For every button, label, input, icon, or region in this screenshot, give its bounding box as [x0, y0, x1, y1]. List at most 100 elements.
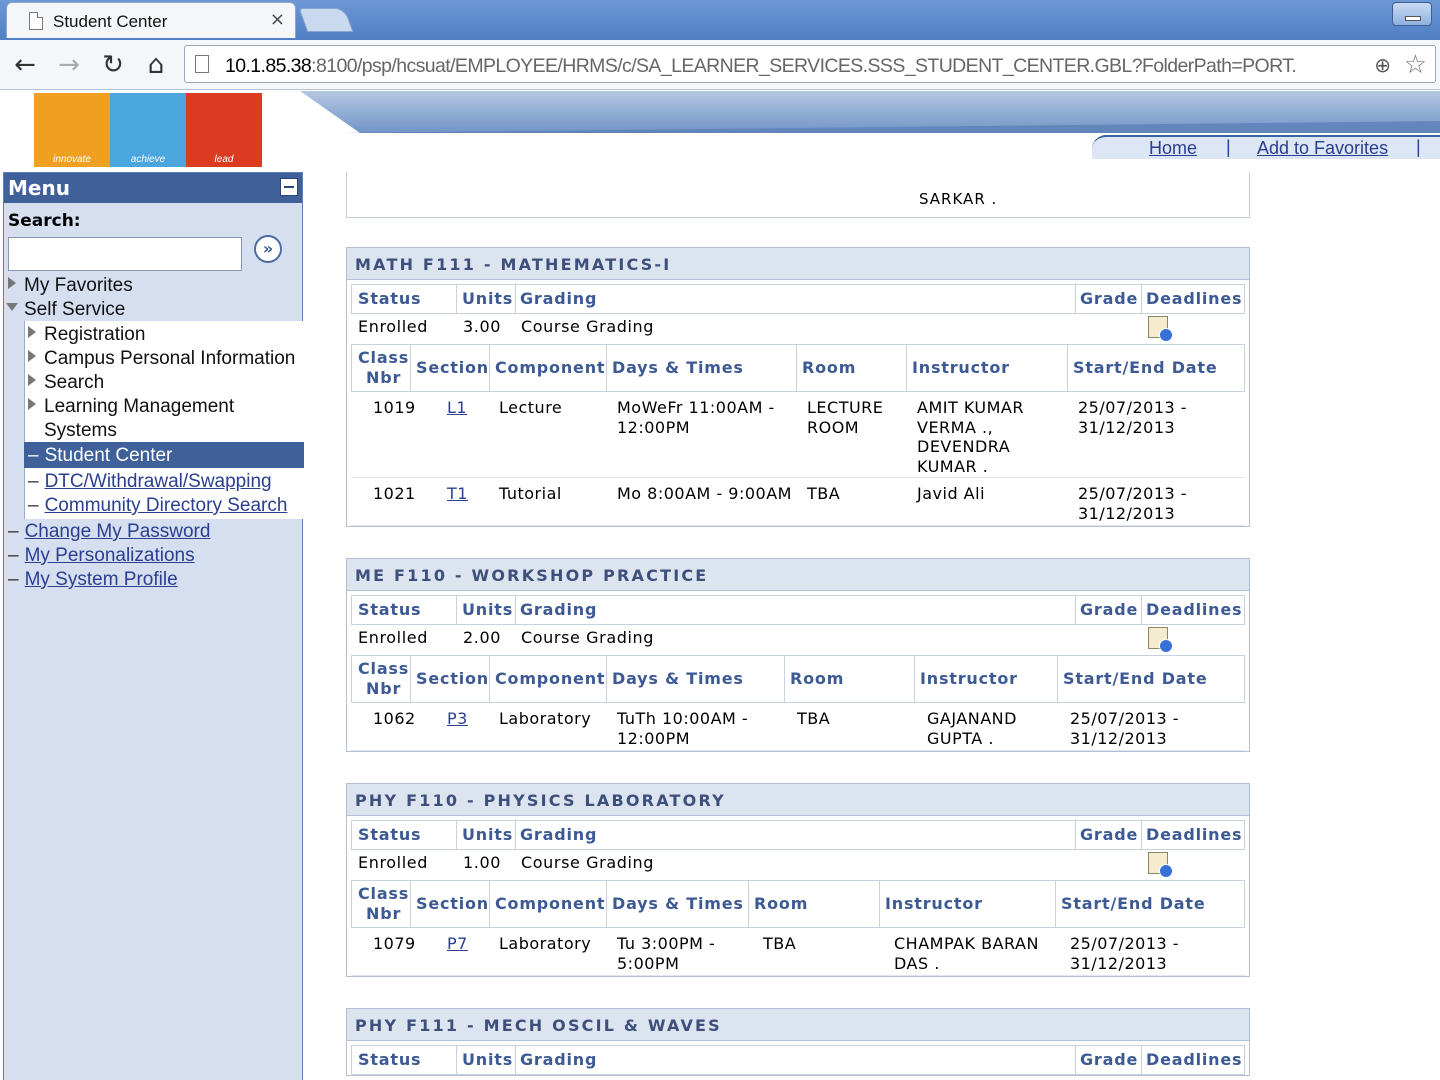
- col-header-grade: Grade: [1080, 825, 1139, 844]
- status-row: Enrolled 1.00 Course Grading: [351, 850, 1245, 880]
- section-link[interactable]: P3: [447, 709, 468, 729]
- enrollment-status: Enrolled: [358, 853, 428, 872]
- col-header-class-nbr: Class: [358, 884, 410, 903]
- col-header-status: Status: [358, 600, 422, 619]
- collapse-menu-icon[interactable]: [280, 178, 298, 196]
- home-icon[interactable]: ⌂: [141, 50, 171, 80]
- room: TBA: [763, 934, 797, 953]
- menu-item-registration[interactable]: Registration: [28, 324, 145, 346]
- reload-icon[interactable]: ↻: [98, 50, 128, 80]
- section-link[interactable]: L1: [447, 398, 467, 418]
- col-header-days-times: Days & Times: [612, 358, 744, 377]
- days-times: TuTh 10:00AM - 12:00PM: [617, 709, 749, 748]
- col-header-start-end-date: Start/End Date: [1073, 358, 1218, 377]
- grading-value: Course Grading: [521, 317, 655, 336]
- instructor: Javid Ali: [917, 484, 986, 503]
- component: Lecture: [499, 398, 563, 417]
- col-header-room: Room: [802, 358, 857, 377]
- menu-item-personalizations[interactable]: – My Personalizations: [8, 545, 195, 567]
- col-header-grading: Grading: [520, 600, 598, 619]
- menu-item-dtc[interactable]: – DTC/Withdrawal/Swapping: [28, 471, 272, 493]
- col-header-deadlines: Deadlines: [1146, 289, 1243, 308]
- section-link[interactable]: P7: [447, 934, 468, 954]
- start-end-date: 25/07/2013 - 31/12/2013: [1078, 398, 1188, 437]
- class-row: 1021 T1 Tutorial Mo 8:00AM - 9:00AM TBA …: [351, 478, 1245, 526]
- units-value: 3.00: [463, 317, 502, 336]
- enrollment-status: Enrolled: [358, 317, 428, 336]
- stub-text: SARKAR .: [919, 190, 998, 208]
- menu-item-change-password[interactable]: – Change My Password: [8, 521, 210, 543]
- window-minimize-button[interactable]: [1392, 2, 1432, 26]
- col-header-grade: Grade: [1080, 1050, 1139, 1069]
- menu-item-search[interactable]: Search: [28, 372, 104, 394]
- collapsed-arrow-icon: [28, 326, 36, 338]
- new-tab-button[interactable]: [298, 8, 354, 32]
- menu-title: Menu: [8, 176, 70, 200]
- menu-search-input[interactable]: [8, 237, 242, 271]
- deadlines-calendar-icon[interactable]: [1148, 852, 1173, 878]
- col-header-section: Section: [416, 894, 489, 913]
- room: LECTURE ROOM: [807, 398, 884, 437]
- class-nbr: 1019: [373, 398, 416, 417]
- col-header-class-nbr-2: Nbr: [366, 904, 402, 923]
- col-header-class-nbr: Class: [358, 659, 410, 678]
- logo-label-3: lead: [214, 154, 234, 165]
- enrollment-status: Enrolled: [358, 628, 428, 647]
- class-nbr: 1079: [373, 934, 416, 953]
- menu-item-learning-management[interactable]: Learning Management: [28, 396, 234, 418]
- col-header-status: Status: [358, 825, 422, 844]
- col-header-deadlines: Deadlines: [1146, 1050, 1243, 1069]
- component: Tutorial: [499, 484, 562, 503]
- room: TBA: [797, 709, 831, 728]
- col-header-grade: Grade: [1080, 600, 1139, 619]
- menu-item-learning-management-cont[interactable]: Systems: [44, 420, 117, 442]
- header-links: Home | Add to Favorites |: [1092, 135, 1440, 159]
- status-header-row: Status Units Grading Grade Deadlines: [351, 595, 1245, 625]
- menu-item-campus-personal-info[interactable]: Campus Personal Information: [28, 348, 295, 370]
- col-header-room: Room: [754, 894, 809, 913]
- search-go-icon[interactable]: »: [254, 235, 282, 263]
- deadlines-calendar-icon[interactable]: [1148, 316, 1173, 342]
- room: TBA: [807, 484, 841, 503]
- menu-item-my-favorites[interactable]: My Favorites: [8, 275, 133, 297]
- forward-icon[interactable]: →: [54, 50, 84, 80]
- collapsed-arrow-icon: [28, 398, 36, 410]
- browser-tab[interactable]: Student Center ×: [6, 2, 296, 38]
- col-header-section: Section: [416, 358, 489, 377]
- header-separator: |: [1226, 137, 1231, 157]
- col-header-class-nbr-2: Nbr: [366, 368, 402, 387]
- zoom-icon[interactable]: ⊕: [1374, 53, 1391, 77]
- back-icon[interactable]: ←: [10, 50, 40, 80]
- col-header-deadlines: Deadlines: [1146, 600, 1243, 619]
- menu-item-system-profile[interactable]: – My System Profile: [8, 569, 178, 591]
- col-header-class-nbr-2: Nbr: [366, 679, 402, 698]
- deadlines-calendar-icon[interactable]: [1148, 627, 1173, 653]
- col-header-instructor: Instructor: [885, 894, 983, 913]
- component: Laboratory: [499, 709, 592, 728]
- days-times: Tu 3:00PM - 5:00PM: [617, 934, 716, 973]
- col-header-component: Component: [495, 358, 606, 377]
- previous-course-stub: SARKAR .: [346, 172, 1250, 218]
- col-header-units: Units: [462, 825, 514, 844]
- menu-item-self-service[interactable]: Self Service: [6, 299, 125, 321]
- portal-banner: innovate achieve lead Home | Add to Favo…: [0, 91, 1440, 171]
- col-header-grading: Grading: [520, 289, 598, 308]
- course-block: PHY F110 - PHYSICS LABORATORY Status Uni…: [346, 783, 1250, 977]
- menu-item-community-directory[interactable]: – Community Directory Search: [28, 495, 287, 517]
- col-header-instructor: Instructor: [920, 669, 1018, 688]
- address-bar[interactable]: 10.1.85.38:8100/psp/hcsuat/EMPLOYEE/HRMS…: [184, 45, 1436, 83]
- bookmark-star-icon[interactable]: ☆: [1404, 50, 1427, 80]
- status-row: Enrolled 2.00 Course Grading: [351, 625, 1245, 655]
- home-link[interactable]: Home: [1149, 138, 1197, 159]
- col-header-grade: Grade: [1080, 289, 1139, 308]
- tab-close-icon[interactable]: ×: [270, 9, 285, 30]
- course-title: ME F110 - WORKSHOP PRACTICE: [347, 559, 1249, 591]
- section-link[interactable]: T1: [447, 484, 468, 504]
- course-block: MATH F111 - MATHEMATICS-I Status Units G…: [346, 247, 1250, 527]
- url-host: 10.1.85.38: [225, 55, 312, 77]
- col-header-section: Section: [416, 669, 489, 688]
- add-to-favorites-link[interactable]: Add to Favorites: [1257, 138, 1388, 159]
- url-text[interactable]: 10.1.85.38:8100/psp/hcsuat/EMPLOYEE/HRMS…: [225, 55, 1297, 78]
- class-row: 1079 P7 Laboratory Tu 3:00PM - 5:00PM TB…: [351, 928, 1245, 976]
- status-header-row: Status Units Grading Grade Deadlines: [351, 1045, 1245, 1075]
